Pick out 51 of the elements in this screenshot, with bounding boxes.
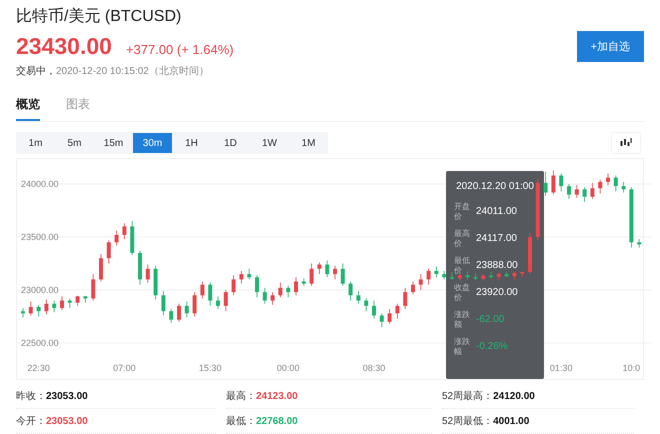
period-button[interactable]: 1D — [211, 133, 250, 153]
x-axis-label: 10:0 — [622, 363, 640, 373]
stat-value: 4001.00 — [493, 416, 530, 426]
timestamp: 2020-12-20 10:15:02（北京时间） — [56, 64, 209, 78]
tooltip-value: 24117.00 — [476, 233, 517, 244]
y-axis-label: 23500.00 — [21, 232, 59, 242]
period-button[interactable]: 15m — [94, 133, 133, 153]
tooltip-label: 最高价 — [454, 229, 471, 248]
stat-value: 23053.00 — [46, 390, 88, 402]
y-axis-label: 22500.00 — [21, 338, 59, 348]
tooltip-date: 2020.12.20 01:00 — [455, 181, 535, 192]
tooltip-label: 涨跌额 — [454, 310, 471, 329]
tooltip-value: -0.26% — [476, 341, 508, 352]
tooltip-label: 收盘价 — [454, 283, 471, 302]
y-axis-label: 24000.00 — [21, 179, 59, 189]
stat-value: 23053.00 — [46, 416, 88, 426]
tooltip-value: 23888.00 — [476, 260, 518, 271]
period-button[interactable]: 1H — [172, 133, 211, 153]
period-button[interactable]: 1W — [250, 133, 289, 153]
stat-label: 52周最高： — [442, 390, 494, 403]
x-axis-label: 01:30 — [550, 363, 572, 373]
stat-value: 22768.00 — [256, 416, 298, 426]
x-axis-label: 22:30 — [27, 363, 50, 373]
tooltip-value: -62.00 — [476, 314, 504, 325]
stat-label: 最低： — [226, 415, 256, 428]
period-button[interactable]: 1M — [289, 133, 328, 153]
tab[interactable]: 概览 — [16, 92, 40, 121]
current-price: 23430.00 — [16, 33, 112, 60]
stat-label: 52周最低： — [442, 415, 494, 428]
tooltip-value: 23920.00 — [476, 287, 518, 298]
tooltip-label: 涨跌幅 — [454, 337, 471, 356]
x-axis-label: 08:30 — [362, 363, 386, 373]
period-button[interactable]: 30m — [133, 133, 172, 153]
instrument-title: 比特币/美元 (BTCUSD) — [16, 6, 182, 27]
tooltip-value: 24011.00 — [476, 206, 517, 217]
x-axis-label: 07:00 — [113, 363, 136, 373]
tooltip-label: 最低价 — [454, 256, 471, 275]
stat-value: 24120.00 — [493, 390, 535, 402]
trading-status: 交易中， — [16, 64, 56, 78]
stat-label: 最高： — [226, 390, 256, 403]
stat-label: 昨收： — [16, 390, 46, 403]
period-button[interactable]: 5m — [55, 133, 94, 153]
y-axis-label: 23000.00 — [21, 284, 59, 295]
stat-value: 24123.00 — [256, 390, 298, 402]
x-axis-label: 00:00 — [276, 363, 300, 373]
x-axis-label: 15:30 — [198, 363, 222, 373]
add-watchlist-button[interactable]: +加自选 — [576, 31, 644, 62]
tooltip-label: 开盘价 — [454, 202, 471, 221]
period-button[interactable]: 1m — [16, 133, 55, 153]
price-change: +377.00 (+ 1.64%) — [126, 42, 234, 57]
stat-label: 今开： — [16, 415, 46, 428]
